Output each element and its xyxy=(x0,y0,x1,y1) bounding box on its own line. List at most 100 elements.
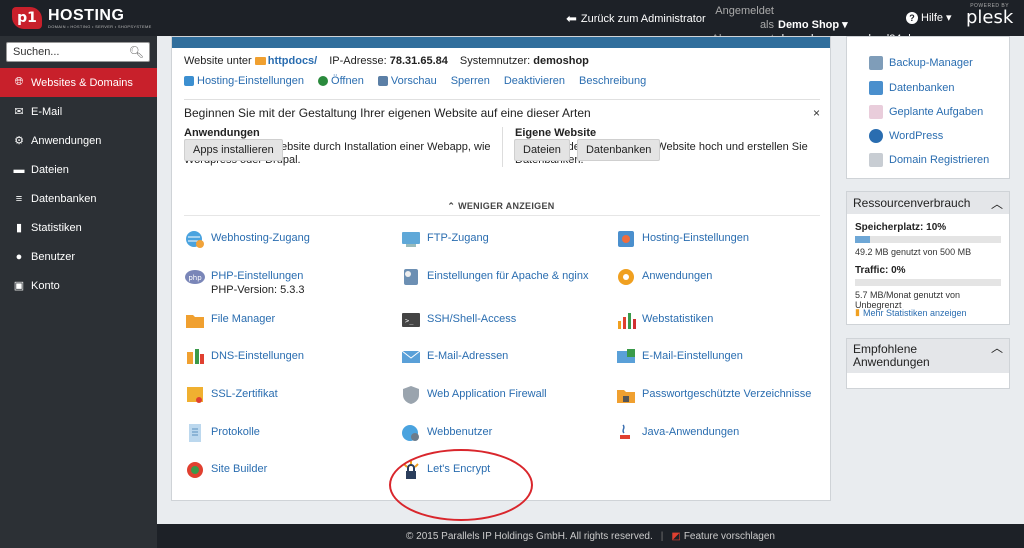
sidebar-item-account[interactable]: ▣ Konto xyxy=(0,271,157,300)
globe-icon: 🌐︎ xyxy=(14,76,24,88)
tool-ssl-certificate[interactable]: SSL-Zertifikat xyxy=(184,384,278,406)
action-suspend[interactable]: Sperren xyxy=(451,75,490,87)
chart-icon: ▮ xyxy=(15,222,23,234)
apps-gear-icon xyxy=(618,269,634,285)
quick-link-databases[interactable]: Datenbanken xyxy=(869,81,954,95)
tool-lets-encrypt[interactable]: Let's Encrypt xyxy=(400,459,490,481)
storage-label: Speicherplatz: 10% xyxy=(855,222,947,233)
storage-detail: 49.2 MB genutzt von 500 MB xyxy=(855,247,972,257)
quick-link-scheduled-tasks[interactable]: Geplante Aufgaben xyxy=(869,105,983,119)
search-icon[interactable]: 🔍︎ xyxy=(129,45,144,59)
tool-label: SSH/Shell-Access xyxy=(427,313,517,325)
hosting-settings-icon xyxy=(618,231,634,247)
help-icon: ? xyxy=(906,11,918,24)
tool-applications[interactable]: Anwendungen xyxy=(615,266,712,288)
php-version-label: PHP-Version: 5.3.3 xyxy=(211,284,305,296)
apps-title: Anwendungen xyxy=(184,127,260,139)
tool-ftp-access[interactable]: FTP-Zugang xyxy=(400,228,489,250)
tool-email-settings[interactable]: E-Mail-Einstellungen xyxy=(615,346,743,368)
back-to-admin-button[interactable]: ⬅ Zurück zum Administrator xyxy=(566,11,706,27)
tool-label: Java-Anwendungen xyxy=(642,426,740,438)
action-preview[interactable]: Vorschau xyxy=(391,75,437,87)
tool-apache-nginx[interactable]: Einstellungen für Apache & nginx xyxy=(400,266,588,288)
databases-button[interactable]: Datenbanken xyxy=(576,139,661,161)
more-stats-label: Mehr Statistiken anzeigen xyxy=(862,307,967,318)
sidebar-item-applications[interactable]: ⚙ Anwendungen xyxy=(0,126,157,155)
sidebar-item-statistics[interactable]: ▮ Statistiken xyxy=(0,213,157,242)
tool-web-app-firewall[interactable]: Web Application Firewall xyxy=(400,384,547,406)
database-icon xyxy=(869,81,883,95)
sidebar: Suchen... 🔍︎ 🌐︎ Websites & Domains ✉ E-Mai… xyxy=(0,36,157,548)
calendar-icon xyxy=(869,105,883,119)
tool-label: FTP-Zugang xyxy=(427,232,489,244)
email-settings-icon xyxy=(617,349,635,363)
main-nav: 🌐︎ Websites & Domains ✉ E-Mail ⚙ Anwendunge… xyxy=(0,68,157,300)
tool-hosting-settings[interactable]: Hosting-Einstellungen xyxy=(615,228,749,250)
chevron-up-icon[interactable]: ︿ xyxy=(991,342,1003,355)
tool-web-statistics[interactable]: Webstatistiken xyxy=(615,309,713,331)
action-description[interactable]: Beschreibung xyxy=(579,75,646,87)
tool-label: E-Mail-Einstellungen xyxy=(642,350,743,362)
recommended-apps-header[interactable]: Empfohlene Anwendungen ︿ xyxy=(847,339,1009,373)
logs-icon xyxy=(189,424,201,442)
install-apps-button[interactable]: Apps installieren xyxy=(184,139,283,161)
tool-site-builder[interactable]: Site Builder xyxy=(184,459,267,481)
quick-link-backup[interactable]: Backup-Manager xyxy=(869,56,973,70)
tool-label: Web Application Firewall xyxy=(427,388,547,400)
quick-link-register-domain[interactable]: Domain Registrieren xyxy=(869,153,989,167)
open-icon xyxy=(318,76,329,86)
action-deactivate[interactable]: Deaktivieren xyxy=(504,75,565,87)
logged-in-user[interactable]: Demo Shop xyxy=(778,19,839,31)
show-less-toggle[interactable]: ⌃ WENIGER ANZEIGEN xyxy=(172,201,830,212)
files-button[interactable]: Dateien xyxy=(514,139,570,161)
tool-label: E-Mail-Adressen xyxy=(427,350,509,362)
logged-in-label: Angemeldet als xyxy=(715,5,774,31)
httpdocs-link[interactable]: httpdocs/ xyxy=(268,55,318,67)
tool-web-users[interactable]: Webbenutzer xyxy=(400,422,492,444)
tool-php-settings[interactable]: php PHP-Einstellungen PHP-Version: 5.3.3 xyxy=(184,266,305,296)
feature-suggest-link[interactable]: ◩ Feature vorschlagen xyxy=(671,531,775,542)
traffic-label: Traffic: 0% xyxy=(855,265,906,276)
terminal-icon: >_ xyxy=(402,313,420,327)
resource-usage-header[interactable]: Ressourcenverbrauch ︿ xyxy=(847,192,1009,214)
tool-protected-directories[interactable]: Passwortgeschützte Verzeichnisse xyxy=(615,384,811,406)
arrow-left-icon: ⬅ xyxy=(566,11,577,26)
search-input[interactable]: Suchen... 🔍︎ xyxy=(6,42,150,62)
site-builder-icon xyxy=(187,462,203,478)
more-stats-link[interactable]: ▮ Mehr Statistiken anzeigen xyxy=(855,307,967,318)
sidebar-item-websites[interactable]: 🌐︎ Websites & Domains xyxy=(0,68,157,97)
tool-dns-settings[interactable]: DNS-Einstellungen xyxy=(184,346,304,368)
sidebar-item-email[interactable]: ✉ E-Mail xyxy=(0,97,157,126)
chevron-down-icon[interactable]: ▾ xyxy=(839,19,848,31)
tool-email-addresses[interactable]: E-Mail-Adressen xyxy=(400,346,508,368)
database-icon: ≡ xyxy=(15,192,23,205)
tool-label: Protokolle xyxy=(211,426,260,438)
tool-webhosting-access[interactable]: Webhosting-Zugang xyxy=(184,228,310,250)
help-menu[interactable]: ? Hilfe ▾ xyxy=(906,11,952,24)
logo-tagline: DOMAIN • HOSTING • SERVER • SHOPSYSTEME xyxy=(48,23,152,29)
action-hosting-settings[interactable]: Hosting-Einstellungen xyxy=(197,75,304,87)
sidebar-item-users[interactable]: ● Benutzer xyxy=(0,242,157,271)
file-manager-icon xyxy=(186,315,204,328)
sidebar-item-databases[interactable]: ≡ Datenbanken xyxy=(0,184,157,213)
tool-label: DNS-Einstellungen xyxy=(211,350,304,362)
resource-usage-title: Ressourcenverbrauch xyxy=(853,196,971,210)
tool-file-manager[interactable]: File Manager xyxy=(184,309,275,331)
tool-label: File Manager xyxy=(211,313,276,325)
chevron-up-icon[interactable]: ︿ xyxy=(991,195,1003,212)
sidebar-item-files[interactable]: ▬ Dateien xyxy=(0,155,157,184)
tool-logs[interactable]: Protokolle xyxy=(184,422,260,444)
quick-link-label: WordPress xyxy=(889,130,944,142)
tool-java-applications[interactable]: Java-Anwendungen xyxy=(615,422,739,444)
email-icon xyxy=(401,350,421,363)
dns-icon xyxy=(187,349,204,364)
brand-logo[interactable]: p1 HOSTING DOMAIN • HOSTING • SERVER • S… xyxy=(12,7,152,29)
action-open[interactable]: Öffnen xyxy=(331,75,364,87)
sidebar-item-label: Websites & Domains xyxy=(31,76,133,89)
close-icon[interactable]: × xyxy=(813,106,820,120)
quick-link-label: Backup-Manager xyxy=(889,57,973,69)
tool-ssh-access[interactable]: >_ SSH/Shell-Access xyxy=(400,309,516,331)
quick-link-wordpress[interactable]: WordPress xyxy=(869,129,943,143)
sidebar-item-label: Datenbanken xyxy=(31,192,97,205)
site-info-row: Website unter httpdocs/ IP-Adresse: 78.3… xyxy=(184,55,589,67)
